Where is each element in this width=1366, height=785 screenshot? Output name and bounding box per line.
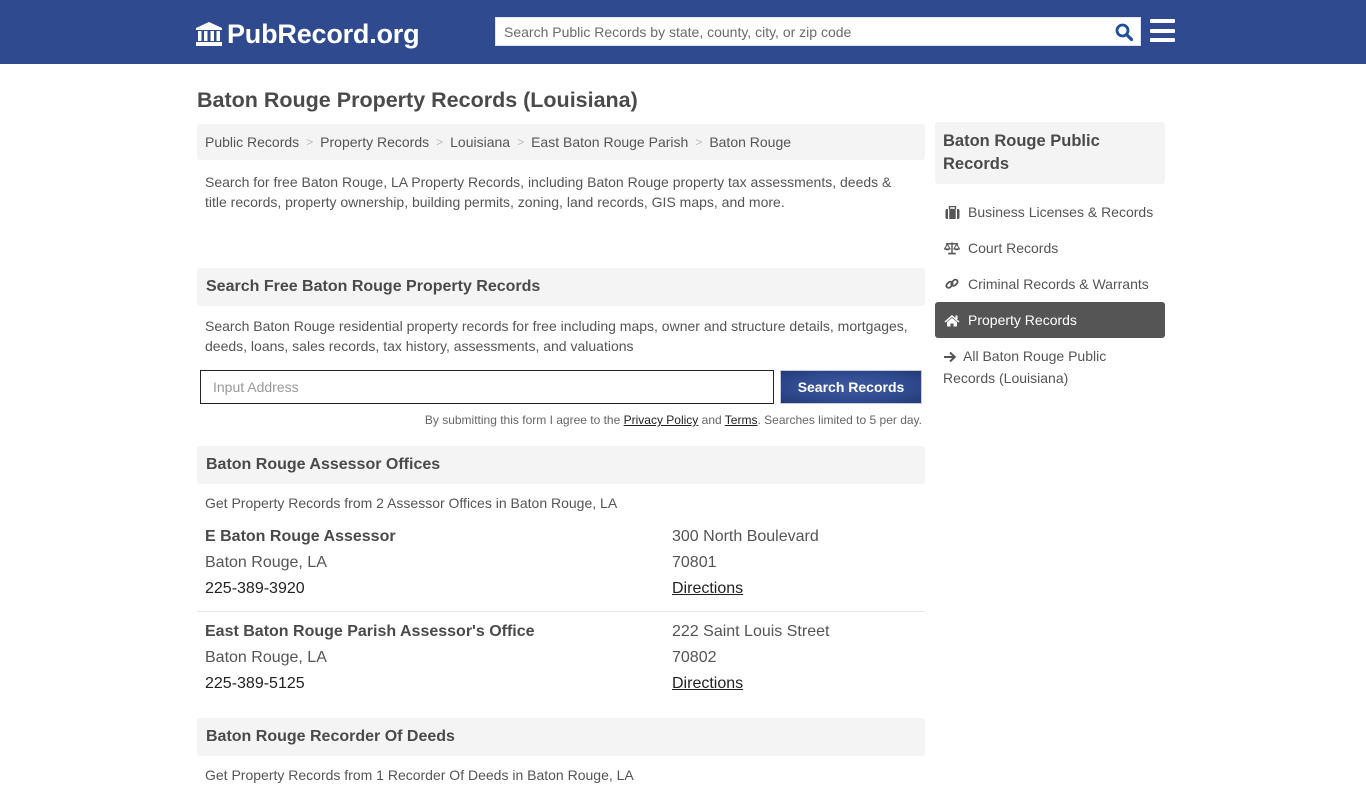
office-zip: 70802 [672,649,717,666]
form-disclaimer: By submitting this form I agree to the P… [197,413,925,427]
sidebar: Baton Rouge Public Records Business Lice… [935,122,1165,388]
link-icon [944,276,960,292]
recorder-section-description: Get Property Records from 1 Recorder Of … [205,767,634,783]
terms-link[interactable]: Terms [725,413,758,427]
logo-text: PubRecord.org [227,18,420,49]
breadcrumb: Public Records > Property Records > Loui… [197,124,925,160]
menu-button[interactable] [1150,19,1175,42]
address-search-form: Search Records [197,370,925,404]
sidebar-heading: Baton Rouge Public Records [935,122,1165,184]
office-phone: 225-389-5125 [205,675,305,692]
breadcrumb-property-records[interactable]: Property Records [320,134,429,150]
sidebar-all-records-label: All Baton Rouge Public Records (Louisian… [943,348,1107,386]
sidebar-item-label: Business Licenses & Records [968,204,1154,220]
top-search-input[interactable] [496,18,1108,45]
directions-link[interactable]: Directions [672,675,743,692]
breadcrumb-public-records[interactable]: Public Records [205,134,299,150]
assessor-section-heading: Baton Rouge Assessor Offices [197,446,925,484]
sidebar-item-business-licenses[interactable]: Business Licenses & Records [935,194,1165,230]
privacy-policy-link[interactable]: Privacy Policy [624,413,699,427]
intro-text: Search for free Baton Rouge, LA Property… [205,174,892,210]
briefcase-icon [944,204,960,220]
search-records-button[interactable]: Search Records [780,370,922,404]
office-city: Baton Rouge, LA [205,554,327,571]
balance-scale-icon [944,240,960,256]
search-section-heading: Search Free Baton Rouge Property Records [197,268,925,306]
search-section-description: Search Baton Rouge residential property … [205,318,908,354]
menu-bar-icon [1150,38,1175,42]
disclaimer-and: and [698,413,725,427]
page-title: Baton Rouge Property Records (Louisiana) [197,88,638,112]
sidebar-item-criminal-records[interactable]: Criminal Records & Warrants [935,266,1165,302]
office-name: E Baton Rouge Assessor [205,528,396,545]
courthouse-icon [196,22,222,46]
sidebar-item-label: Criminal Records & Warrants [968,276,1149,292]
home-icon [944,312,960,328]
breadcrumb-separator: > [436,135,444,149]
site-logo[interactable]: PubRecord.org [195,18,420,50]
office-zip: 70801 [672,554,717,571]
search-icon [1115,23,1133,41]
office-entry: East Baton Rouge Parish Assessor's Offic… [197,619,925,697]
disclaimer-suffix: . Searches limited to 5 per day. [757,413,922,427]
top-search-bar [495,17,1141,46]
office-address: 222 Saint Louis Street [672,623,830,640]
sidebar-item-property-records[interactable]: Property Records [935,302,1165,338]
assessor-section-description: Get Property Records from 2 Assessor Off… [205,495,618,511]
breadcrumb-louisiana[interactable]: Louisiana [450,134,510,150]
main-content: Public Records > Property Records > Loui… [197,124,925,785]
breadcrumb-baton-rouge[interactable]: Baton Rouge [709,134,791,150]
breadcrumb-separator: > [306,135,314,149]
top-navbar: PubRecord.org [0,0,1366,64]
menu-bar-icon [1150,28,1175,33]
office-name: East Baton Rouge Parish Assessor's Offic… [205,623,535,640]
breadcrumb-east-baton-rouge-parish[interactable]: East Baton Rouge Parish [531,134,688,150]
top-search-button[interactable] [1108,18,1140,45]
directions-link[interactable]: Directions [672,580,743,597]
office-entry: E Baton Rouge Assessor Baton Rouge, LA 2… [197,524,925,612]
sidebar-item-court-records[interactable]: Court Records [935,230,1165,266]
office-phone: 225-389-3920 [205,580,305,597]
recorder-section-heading: Baton Rouge Recorder Of Deeds [197,718,925,756]
disclaimer-prefix: By submitting this form I agree to the [424,413,624,427]
address-input[interactable] [200,370,774,404]
arrow-right-icon [943,348,959,368]
office-address: 300 North Boulevard [672,528,819,545]
sidebar-item-label: Property Records [968,312,1077,328]
breadcrumb-separator: > [517,135,525,149]
office-city: Baton Rouge, LA [205,649,327,666]
sidebar-item-label: Court Records [968,240,1059,256]
sidebar-all-records-link[interactable]: All Baton Rouge Public Records (Louisian… [935,338,1165,388]
menu-bar-icon [1150,19,1175,23]
breadcrumb-separator: > [695,135,703,149]
